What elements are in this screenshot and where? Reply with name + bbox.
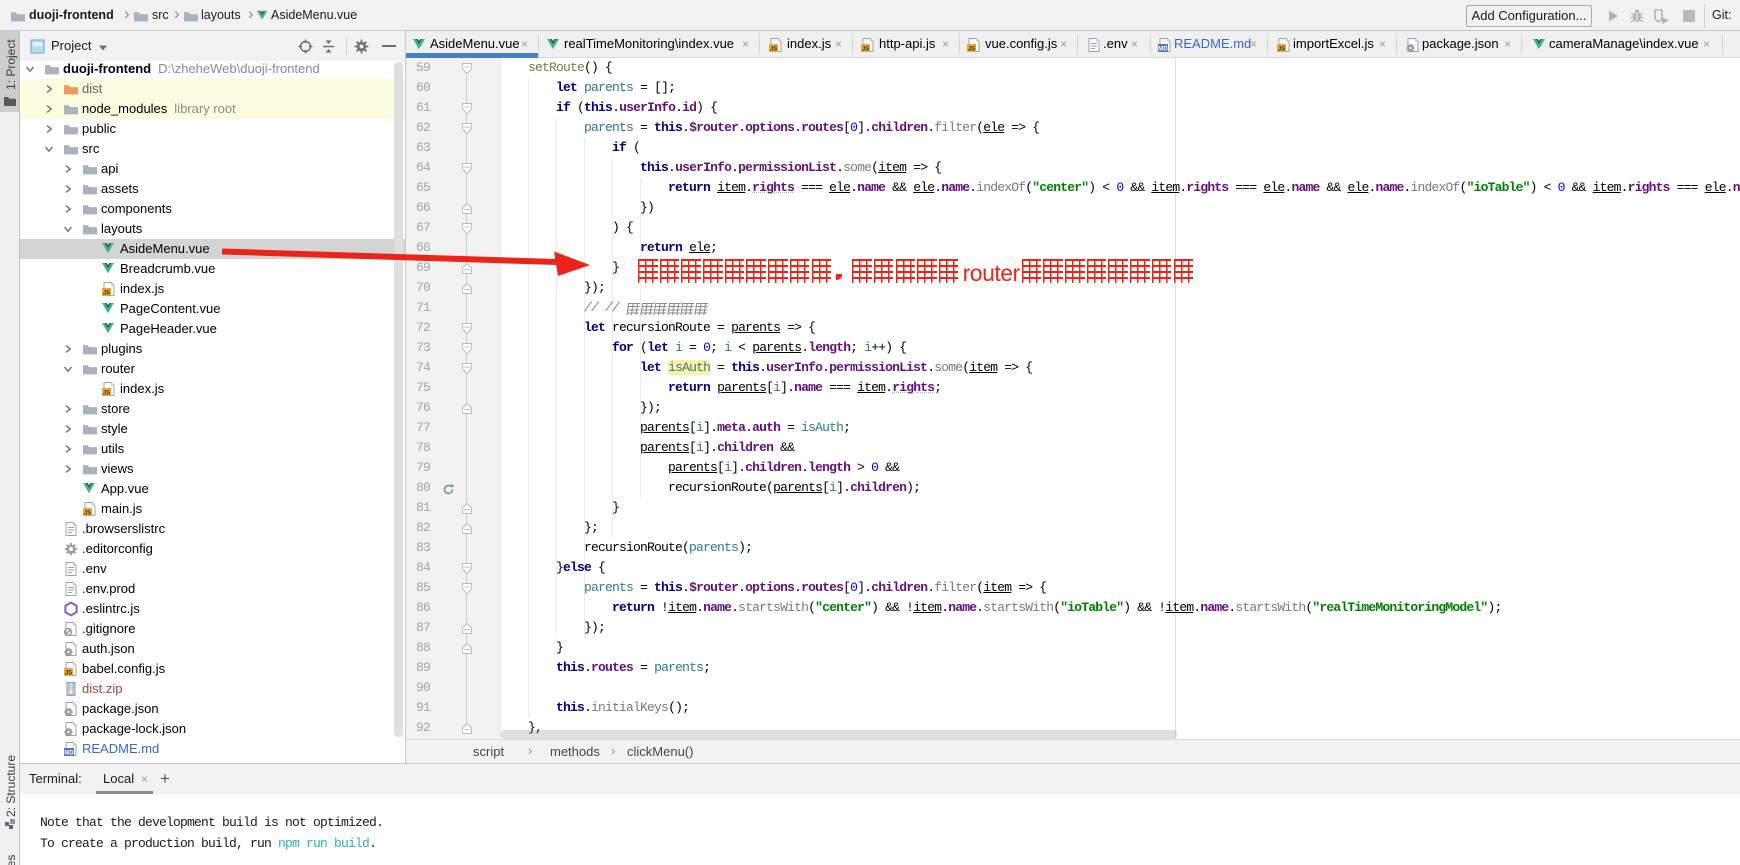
- svg-text:JS: JS: [862, 47, 869, 53]
- svg-text:JS: JS: [103, 291, 110, 297]
- svg-text:JS: JS: [1278, 47, 1285, 53]
- svg-text:JS: JS: [65, 671, 72, 677]
- svg-text:JS: JS: [84, 511, 91, 517]
- svg-text:JS: JS: [770, 47, 777, 53]
- svg-text:MD: MD: [1158, 47, 1168, 53]
- svg-text:MD: MD: [64, 751, 74, 757]
- svg-text:JS: JS: [103, 391, 110, 397]
- svg-text:JS: JS: [968, 47, 975, 53]
